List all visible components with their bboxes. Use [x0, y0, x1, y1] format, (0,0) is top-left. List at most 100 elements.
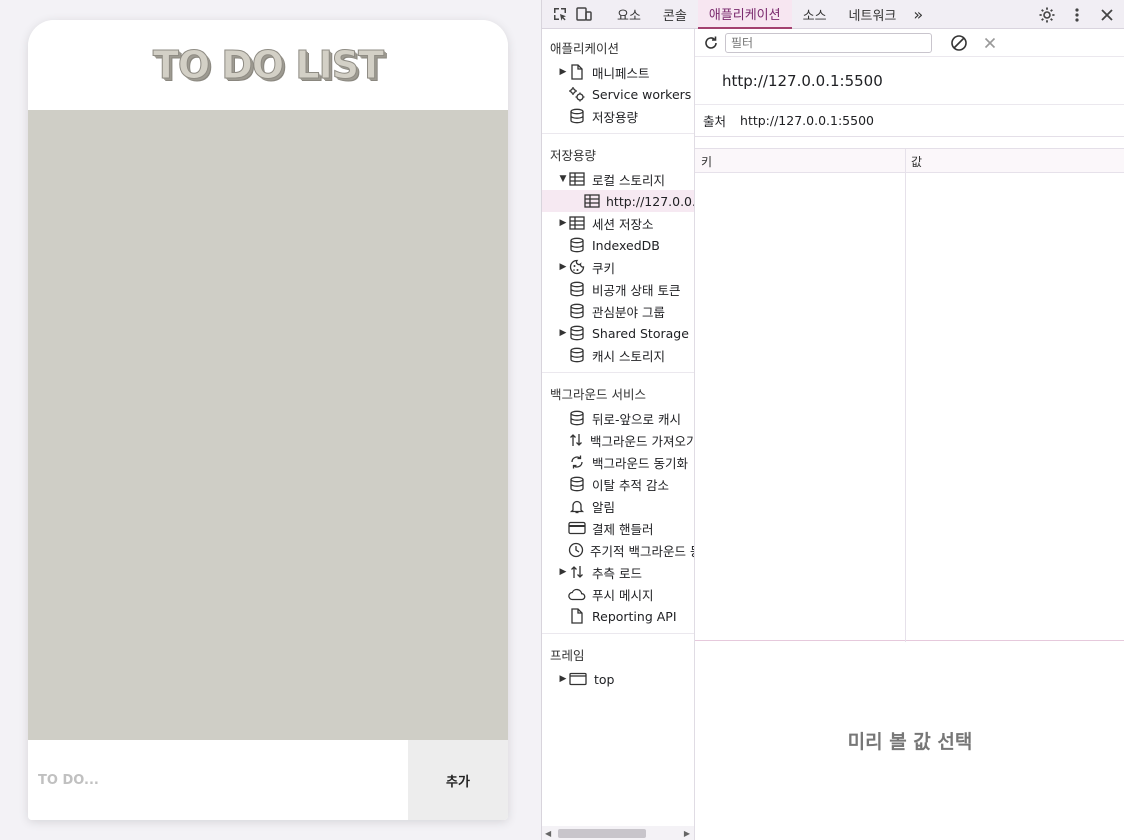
scroll-left-icon[interactable]: ◀: [545, 829, 551, 838]
database-icon: [568, 280, 586, 298]
sidebar-item-reporting-api[interactable]: Reporting API: [542, 605, 694, 627]
sidebar-item-label: 알림: [592, 499, 616, 515]
sidebar-item-label: 로컬 스토리지: [592, 172, 665, 188]
sidebar-item-label: 세션 저장소: [592, 216, 654, 232]
database-icon: [568, 475, 586, 493]
filter-input[interactable]: [725, 32, 932, 53]
todo-list: [28, 110, 508, 740]
sidebar-item-indexeddb[interactable]: IndexedDB: [542, 234, 694, 256]
column-header-value[interactable]: 값: [905, 149, 1124, 173]
sidebar-item-label: 뒤로-앞으로 캐시: [592, 411, 681, 427]
sidebar-item-private-state-tokens[interactable]: 비공개 상태 토큰: [542, 278, 694, 300]
sidebar-item-label: IndexedDB: [592, 237, 660, 253]
database-icon: [568, 324, 586, 342]
tab-elements[interactable]: 요소: [606, 0, 652, 29]
expand-arrow-icon[interactable]: ▶: [558, 567, 568, 577]
column-header-key[interactable]: 키: [695, 149, 905, 173]
application-sidebar: 애플리케이션 ▶ 매니페스트 Service workers 저장용량 저장용량…: [542, 29, 695, 840]
sidebar-item-background-fetch[interactable]: 백그라운드 가져오기: [542, 429, 694, 451]
more-tabs-icon[interactable]: »: [907, 0, 929, 29]
section-title-frames: 프레임: [550, 647, 585, 663]
sidebar-item-bounce-tracking[interactable]: 이탈 추적 감소: [542, 473, 694, 495]
sidebar-item-payment-handler[interactable]: 결제 핸들러: [542, 517, 694, 539]
sidebar-item-label: 백그라운드 가져오기: [590, 433, 694, 449]
page-title: TO DO LIST: [152, 43, 384, 88]
grid-icon: [568, 214, 586, 232]
updown-icon: [568, 563, 586, 581]
sidebar-item-label: Shared Storage: [592, 325, 689, 341]
tab-sources[interactable]: 소스: [792, 0, 838, 29]
tab-application[interactable]: 애플리케이션: [697, 0, 792, 29]
sidebar-item-service-workers[interactable]: Service workers: [542, 83, 694, 105]
gears-icon: [568, 85, 586, 103]
tab-network[interactable]: 네트워크: [838, 0, 908, 29]
file-icon: [568, 63, 586, 81]
sidebar-item-shared-storage[interactable]: ▶ Shared Storage: [542, 322, 694, 344]
origin-heading: http://127.0.0.1:5500: [695, 57, 1124, 105]
expand-arrow-icon[interactable]: ▶: [558, 262, 568, 272]
sidebar-item-label: top: [594, 671, 615, 687]
sidebar-item-label: 추측 로드: [592, 565, 642, 581]
section-title-storage: 저장용량: [550, 147, 597, 163]
grid-icon: [568, 170, 586, 188]
grid-icon: [584, 192, 600, 210]
sidebar-item-label: 쿠키: [592, 260, 616, 276]
sidebar-item-storage-overview[interactable]: 저장용량: [542, 105, 694, 127]
origin-label: 출처: [703, 114, 727, 129]
clear-all-icon[interactable]: [950, 34, 968, 52]
sidebar-item-local-storage[interactable]: ▼ 로컬 스토리지: [542, 168, 694, 190]
sidebar-divider: [542, 133, 694, 134]
inspect-element-icon[interactable]: [548, 2, 572, 26]
gear-icon[interactable]: [1035, 3, 1059, 27]
sidebar-item-manifest[interactable]: ▶ 매니페스트: [542, 61, 694, 83]
clock-icon: [568, 541, 584, 559]
sidebar-item-label: 이탈 추적 감소: [592, 477, 669, 493]
expand-arrow-icon[interactable]: ▶: [558, 67, 568, 77]
sidebar-item-bfcache[interactable]: 뒤로-앞으로 캐시: [542, 407, 694, 429]
refresh-icon[interactable]: [703, 35, 719, 51]
preview-placeholder: 미리 볼 값 선택: [847, 731, 973, 753]
section-title-background-services: 백그라운드 서비스: [550, 386, 646, 402]
sidebar-item-background-sync[interactable]: 백그라운드 동기화: [542, 451, 694, 473]
expand-arrow-icon[interactable]: ▶: [558, 218, 568, 228]
scroll-right-icon[interactable]: ▶: [684, 829, 690, 838]
sidebar-item-session-storage[interactable]: ▶ 세션 저장소: [542, 212, 694, 234]
app-viewport: TO DO LIST 추가: [0, 0, 541, 840]
origin-value: http://127.0.0.1:5500: [740, 113, 874, 128]
window-icon: [568, 670, 588, 688]
todo-input[interactable]: [28, 740, 408, 820]
sidebar-item-interest-groups[interactable]: 관심분야 그룹: [542, 300, 694, 322]
devtools-tabbar: 요소 콘솔 애플리케이션 소스 네트워크 »: [542, 0, 1124, 29]
expand-arrow-icon[interactable]: ▶: [558, 328, 568, 338]
kebab-menu-icon[interactable]: [1065, 3, 1089, 27]
sidebar-item-label: Service workers: [592, 86, 692, 102]
sidebar-item-local-storage-origin[interactable]: http://127.0.0.1: [542, 190, 694, 212]
add-button[interactable]: 추가: [408, 740, 508, 820]
sidebar-item-label: 비공개 상태 토큰: [592, 282, 681, 298]
device-toggle-icon[interactable]: [572, 2, 596, 26]
database-icon: [568, 107, 586, 125]
sidebar-item-notifications[interactable]: 알림: [542, 495, 694, 517]
sidebar-item-speculative-loads[interactable]: ▶ 추측 로드: [542, 561, 694, 583]
updown-icon: [568, 431, 584, 449]
sidebar-item-cookies[interactable]: ▶ 쿠키: [542, 256, 694, 278]
database-icon: [568, 346, 586, 364]
devtools-panel: 요소 콘솔 애플리케이션 소스 네트워크 » 애플리케이션 ▶ 매니페스트 Se…: [541, 0, 1124, 840]
cloud-icon: [568, 585, 586, 603]
sidebar-divider: [542, 372, 694, 373]
todo-header: TO DO LIST: [28, 20, 508, 110]
sidebar-item-label: 저장용량: [592, 109, 639, 125]
expand-arrow-icon[interactable]: ▶: [558, 674, 568, 684]
scrollbar-thumb[interactable]: [558, 829, 646, 838]
sidebar-item-periodic-sync[interactable]: 주기적 백그라운드 동기화: [542, 539, 694, 561]
sidebar-horizontal-scrollbar[interactable]: ◀ ▶: [542, 826, 694, 840]
sidebar-item-push-messaging[interactable]: 푸시 메시지: [542, 583, 694, 605]
tab-console[interactable]: 콘솔: [652, 0, 698, 29]
sidebar-item-frame-top[interactable]: ▶ top: [542, 668, 694, 690]
sidebar-item-cache-storage[interactable]: 캐시 스토리지: [542, 344, 694, 366]
devtools-right-controls: [1035, 0, 1124, 29]
delete-selected-icon[interactable]: [984, 37, 996, 49]
collapse-arrow-icon[interactable]: ▼: [558, 174, 568, 184]
close-icon[interactable]: [1095, 3, 1119, 27]
sidebar-item-label: 결제 핸들러: [592, 521, 654, 537]
